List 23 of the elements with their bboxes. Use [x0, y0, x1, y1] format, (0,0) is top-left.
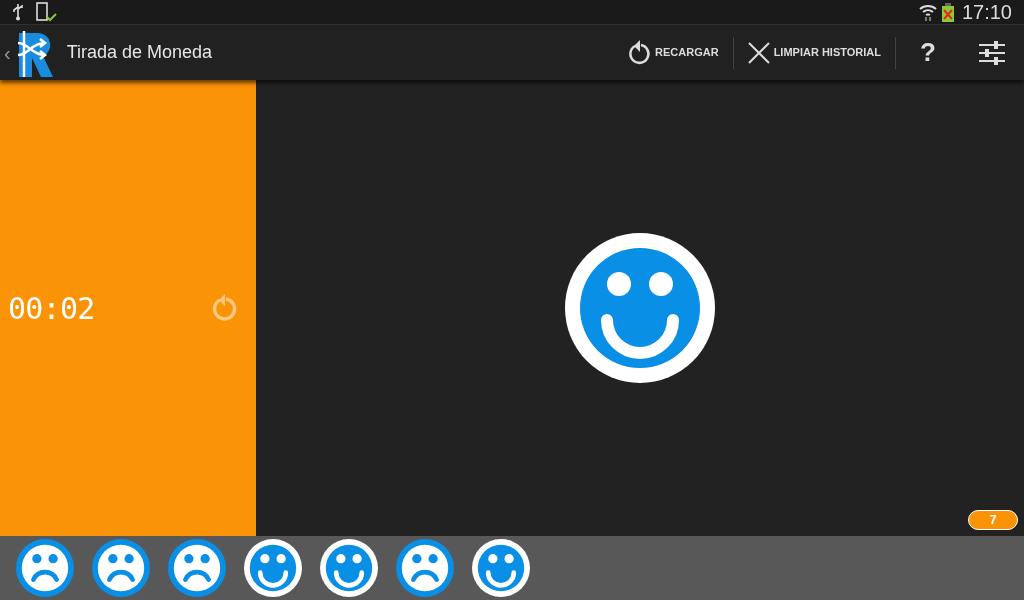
clear-history-button[interactable]: LIMPIAR HISTORIAL: [733, 25, 895, 80]
sad-face-icon: [16, 539, 74, 597]
close-icon: [747, 41, 770, 64]
back-caret[interactable]: ‹: [4, 37, 11, 68]
wifi-icon: [917, 2, 938, 22]
sliders-icon: [979, 39, 1005, 66]
smiley-face-icon: [244, 539, 302, 597]
help-button[interactable]: ?: [896, 25, 960, 80]
reload-icon: [627, 39, 652, 66]
clock-time: 17:10: [961, 0, 1012, 25]
count-badge: 7: [968, 510, 1018, 530]
smiley-face-icon: [472, 539, 530, 597]
smiley-face-icon: [565, 233, 715, 383]
sad-face-icon: [92, 539, 150, 597]
sad-face-icon: [168, 539, 226, 597]
device-check-icon: [36, 2, 58, 22]
timer-display: 00:02: [8, 289, 95, 328]
sad-face-icon: [396, 539, 454, 597]
usb-icon: [12, 3, 24, 21]
battery-icon: [941, 2, 954, 22]
smiley-face-icon: [320, 539, 378, 597]
reload-button[interactable]: RECARGAR: [613, 25, 733, 80]
app-title: Tirada de Moneda: [66, 41, 213, 64]
